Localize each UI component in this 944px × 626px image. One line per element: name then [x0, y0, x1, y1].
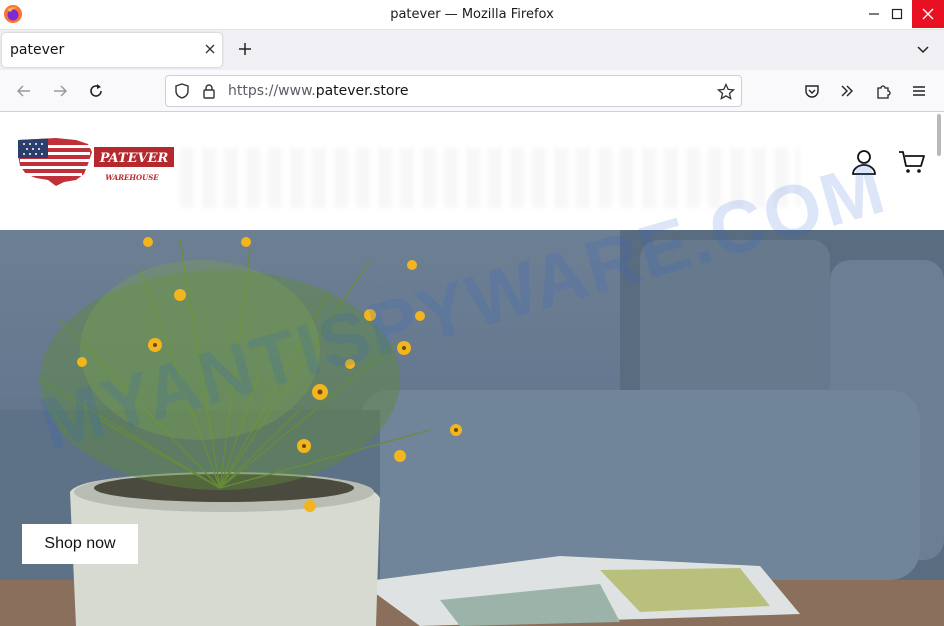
close-icon [922, 8, 934, 20]
reload-icon [90, 84, 102, 97]
hero-image [0, 230, 944, 626]
logo-tagline: WAREHOUSE [105, 173, 159, 182]
close-window-button[interactable] [912, 0, 944, 28]
tab-bar: patever [0, 30, 944, 70]
pocket-icon [805, 85, 819, 98]
url-text[interactable]: https://www.patever.store [228, 83, 409, 99]
shield-icon[interactable] [174, 83, 190, 99]
overflow-button[interactable] [835, 79, 859, 103]
pocket-button[interactable] [800, 79, 824, 103]
site-header: PATEVER WAREHOUSE [0, 112, 944, 215]
shop-now-button[interactable]: Shop now [22, 524, 138, 564]
maximize-icon [891, 8, 903, 20]
list-all-tabs-button[interactable] [912, 38, 934, 60]
patever-logo[interactable]: PATEVER WAREHOUSE [16, 136, 176, 188]
forward-icon [54, 85, 68, 97]
window-title: patever — Mozilla Firefox [390, 7, 554, 22]
tab-close-button[interactable] [200, 39, 220, 59]
extensions-icon [877, 85, 891, 99]
new-tab-icon [239, 43, 251, 55]
bookmark-star-icon[interactable] [717, 83, 735, 101]
back-button[interactable] [12, 79, 36, 103]
close-icon [205, 44, 215, 54]
tab-title: patever [10, 42, 65, 58]
address-bar[interactable]: https://www.patever.store [165, 75, 742, 107]
url-scheme: https://www. [228, 83, 316, 99]
title-bar: patever — Mozilla Firefox [0, 0, 944, 30]
navigation-bar: https://www.patever.store [0, 70, 944, 112]
cart-icon[interactable] [898, 148, 926, 176]
new-tab-button[interactable] [234, 38, 256, 60]
account-icon[interactable] [850, 148, 878, 176]
page-content: PATEVER WAREHOUSE Shop now [0, 112, 944, 626]
maximize-button[interactable] [880, 0, 914, 28]
overflow-icon [841, 85, 853, 97]
minimize-icon [869, 13, 879, 15]
header-background-pattern [180, 148, 800, 208]
forward-button[interactable] [48, 79, 72, 103]
menu-icon [913, 86, 925, 96]
lock-icon[interactable] [202, 83, 216, 99]
reload-button[interactable] [84, 79, 108, 103]
extensions-button[interactable] [871, 79, 895, 103]
back-icon [16, 85, 30, 97]
logo-brand: PATEVER [99, 151, 169, 166]
page-scrollbar[interactable] [937, 114, 941, 156]
hero-banner: Shop now [0, 230, 944, 626]
url-host: patever.store [315, 83, 409, 99]
tab-patever[interactable]: patever [2, 33, 222, 67]
app-menu-button[interactable] [907, 79, 931, 103]
chevron-down-icon [917, 46, 929, 54]
